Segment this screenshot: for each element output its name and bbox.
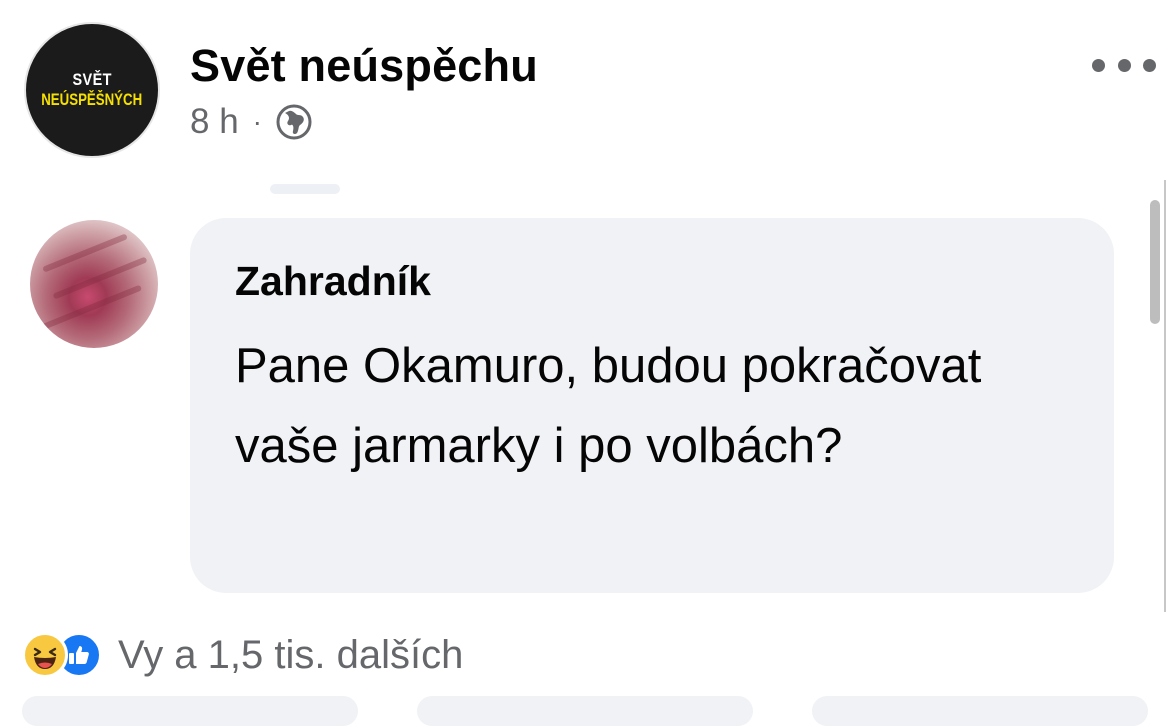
reaction-count-text: Vy a 1,5 tis. dalších	[118, 632, 464, 677]
comment-action-button[interactable]	[417, 696, 753, 726]
globe-icon	[276, 104, 312, 140]
reactions-summary[interactable]: Vy a 1,5 tis. dalších	[22, 628, 463, 682]
post-image[interactable]: Zahradník Pane Okamuro, budou pokračovat…	[0, 180, 1170, 612]
haha-icon	[22, 632, 68, 678]
logo-text-line2: NEÚSPĚŠNÝCH	[41, 90, 143, 109]
comment-bubble: Zahradník Pane Okamuro, budou pokračovat…	[190, 218, 1114, 593]
more-options-button[interactable]	[1092, 52, 1156, 78]
more-dot-icon	[1117, 58, 1131, 72]
more-dot-icon	[1143, 58, 1156, 72]
post-timestamp[interactable]: 8 h	[190, 102, 239, 142]
action-bar	[0, 696, 1170, 726]
image-scrollbar-track	[1164, 180, 1166, 612]
more-dot-icon	[1092, 58, 1105, 72]
share-action-button[interactable]	[812, 696, 1148, 726]
commenter-avatar	[30, 220, 158, 348]
meta-separator: ·	[252, 106, 262, 137]
like-action-button[interactable]	[22, 696, 358, 726]
page-name[interactable]: Svět neúspěchu	[190, 40, 538, 92]
post-header: SVĚT NEÚSPĚŠNÝCH Svět neúspěchu 8 h ·	[0, 0, 1170, 170]
image-artifact	[270, 184, 340, 194]
comment-text: Pane Okamuro, budou pokračovat vaše jarm…	[235, 339, 982, 473]
comment-author: Zahradník	[235, 258, 431, 304]
post-meta: 8 h ·	[190, 102, 312, 142]
image-scrollbar-thumb	[1150, 200, 1160, 324]
logo-text-line1: SVĚT	[72, 70, 112, 90]
page-avatar[interactable]: SVĚT NEÚSPĚŠNÝCH	[24, 22, 160, 158]
